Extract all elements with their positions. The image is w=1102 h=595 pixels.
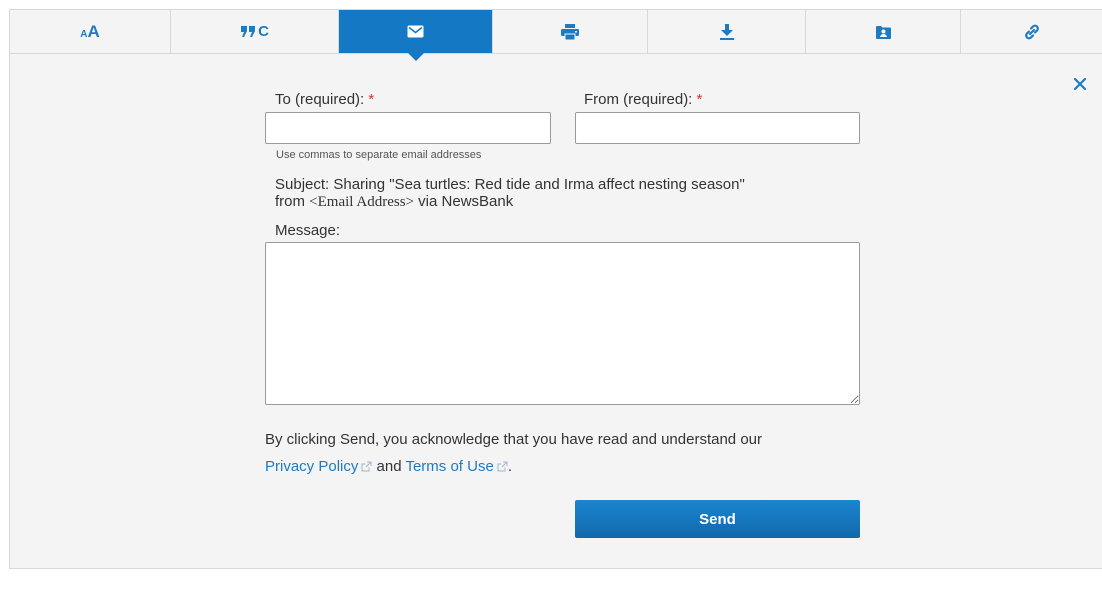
tab-save-to-folder[interactable] [806, 10, 961, 53]
tab-font-size[interactable]: AA [10, 10, 171, 53]
tab-link[interactable] [961, 10, 1102, 53]
to-label-text: To (required): [275, 91, 365, 108]
download-icon [719, 23, 734, 40]
cite-letter: C [258, 23, 269, 40]
tab-email[interactable] [339, 10, 493, 61]
share-panel: AA C To (required): * From (required): *… [9, 9, 1102, 569]
close-icon[interactable] [1072, 76, 1088, 92]
tab-download[interactable] [648, 10, 806, 53]
link-icon [1024, 24, 1040, 40]
to-email-input[interactable] [265, 112, 551, 144]
send-button[interactable]: Send [575, 500, 860, 538]
print-icon [561, 23, 579, 40]
tool-tabbar: AA C [10, 10, 1102, 61]
subject-address: <Email Address> [309, 194, 414, 210]
save-to-folder-icon [875, 25, 891, 39]
email-icon [407, 25, 424, 38]
required-marker: * [368, 91, 375, 108]
from-email-input[interactable] [575, 112, 860, 144]
external-link-icon [361, 454, 372, 481]
message-textarea[interactable] [265, 242, 860, 405]
font-size-icon: AA [80, 21, 100, 41]
from-label-text: From (required): [584, 91, 693, 108]
subject-line: Subject: Sharing "Sea turtles: Red tide … [275, 176, 875, 211]
to-label: To (required): * [275, 91, 374, 108]
subject-from: from [275, 193, 305, 210]
acknowledgement-text: By clicking Send, you acknowledge that y… [265, 426, 885, 481]
privacy-policy-link[interactable]: Privacy Policy [265, 458, 372, 475]
subject-prefix: Subject: Sharing "Sea turtles: Red tide … [275, 176, 745, 193]
message-label: Message: [275, 222, 341, 239]
email-hint: Use commas to separate email addresses [276, 149, 482, 161]
privacy-policy-label: Privacy Policy [265, 458, 359, 475]
subject-suffix: via NewsBank [418, 193, 514, 210]
external-link-icon [497, 454, 508, 481]
and-text: and [376, 458, 402, 475]
required-marker: * [696, 91, 703, 108]
tab-cite[interactable]: C [171, 10, 339, 53]
from-label: From (required): * [584, 91, 702, 108]
terms-of-use-link[interactable]: Terms of Use [405, 458, 508, 475]
terms-of-use-label: Terms of Use [405, 458, 494, 475]
ack-sentence: By clicking Send, you acknowledge that y… [265, 431, 762, 448]
tab-print[interactable] [493, 10, 648, 53]
period-text: . [507, 458, 512, 475]
cite-icon: C [240, 23, 269, 40]
